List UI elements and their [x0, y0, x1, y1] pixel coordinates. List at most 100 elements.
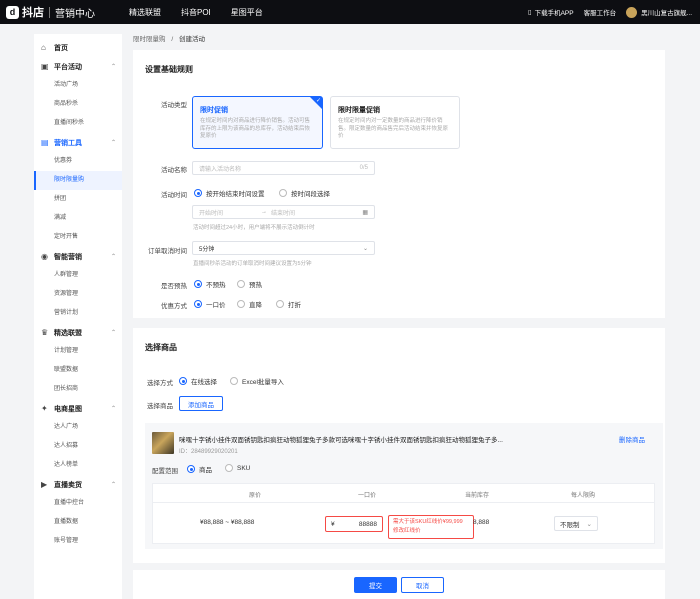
submit-button[interactable]: 提交: [354, 577, 397, 593]
time-by-range-radio[interactable]: 按开始结束时间设置: [194, 188, 265, 198]
logo[interactable]: d 抖店 营销中心: [6, 4, 95, 20]
radio-dot: [237, 280, 245, 288]
fixed-price-input[interactable]: ¥ 88888: [325, 516, 383, 532]
sidebar: ⌂ 首页 ▣ 平台活动 ⌃ 活动广场 商品秒杀 直播间秒杀 ▤ 营销工具 ⌃ 优惠券 限时限量购 拼团满…: [34, 34, 122, 599]
radio-label: 预热: [249, 282, 262, 289]
radio-dot: [276, 300, 284, 308]
no-preheat-radio[interactable]: 不预热: [194, 279, 226, 289]
purchase-limit-select[interactable]: 不限制 ⌄: [554, 516, 598, 531]
sidebar-item[interactable]: 限时限量购: [34, 171, 122, 190]
breadcrumb-parent[interactable]: 限时限量购: [133, 36, 166, 43]
sidebar-item[interactable]: 拼团: [34, 190, 122, 209]
top-nav-item[interactable]: 精选联盟: [129, 7, 161, 18]
chevron-up-icon: ⌃: [110, 64, 116, 70]
sidebar-item-home[interactable]: ⌂ 首页: [34, 38, 122, 57]
scope-product-radio[interactable]: 商品: [187, 464, 212, 474]
delete-product-link[interactable]: 删除商品: [619, 434, 645, 444]
breadcrumb-current: 创建活动: [178, 36, 205, 43]
radio-label: 打折: [288, 302, 301, 309]
sidebar-item[interactable]: 资源管理: [34, 285, 122, 304]
sidebar-item[interactable]: 直播中控台: [34, 494, 122, 513]
discount-radio[interactable]: 打折: [276, 299, 301, 309]
sidebar-item[interactable]: 达人榜单: [34, 456, 122, 475]
sidebar-item[interactable]: 人群管理: [34, 266, 122, 285]
preheat-radio[interactable]: 预热: [237, 279, 262, 289]
sidebar-label: 首页: [54, 44, 68, 52]
sidebar-item[interactable]: 直播数据: [34, 513, 122, 532]
sidebar-item[interactable]: 团长招商: [34, 380, 122, 399]
download-app-link[interactable]: ▯ 下载手机APP: [528, 7, 574, 17]
sidebar-item[interactable]: 账号管理: [34, 532, 122, 551]
price-table: 原价 一口价 当前库存 每人限购 ¥88,888 ~ ¥88,888 ¥ 888…: [152, 483, 655, 544]
radio-label: 一口价: [206, 302, 226, 309]
breadcrumb-separator: /: [171, 36, 174, 43]
excel-import-radio[interactable]: Excel批量导入: [230, 376, 284, 386]
sidebar-item[interactable]: 活动广场: [34, 76, 122, 95]
download-app-label: 下载手机APP: [534, 10, 574, 17]
radio-dot: [194, 300, 202, 308]
sidebar-item[interactable]: 定时开售: [34, 228, 122, 247]
sidebar-item[interactable]: 计划管理: [34, 342, 122, 361]
play-icon: ▶: [41, 479, 48, 489]
sidebar-group[interactable]: ▤ 营销工具 ⌃: [34, 133, 122, 152]
type-option-limited-quantity[interactable]: 限时限量促销 在规定时间内对一定数量的商品进行降价销售。限定数量的商品售完后活动…: [330, 96, 460, 149]
sidebar-group[interactable]: ♛ 精选联盟 ⌃: [34, 323, 122, 342]
product-name: 咪嘿十字锈小挂件双面锈钥匙扣疯狂动物狐狸兔子多款可选咪嘿十字锈小挂件双面锈钥匙扣…: [179, 437, 503, 444]
doudian-logo-icon: d: [6, 5, 19, 19]
activity-name-input[interactable]: 请输入活动名称 0/5: [192, 161, 375, 175]
cancel-time-select[interactable]: 5分钟 ⌄: [192, 241, 375, 255]
sidebar-group-label: 平台活动: [54, 63, 82, 71]
radio-dot: [194, 280, 202, 288]
select-value: 不限制: [560, 521, 580, 529]
type-option-limited-time[interactable]: 限时促销 在规定时间内对商品进行降价销售。活动可售库存的上限为该商品的总库存，活…: [192, 96, 323, 149]
fixed-price-radio[interactable]: 一口价: [194, 299, 226, 309]
shop-account[interactable]: 黑川山复古旗舰...: [626, 6, 692, 18]
sidebar-item[interactable]: 商品秒杀: [34, 95, 122, 114]
sidebar-item[interactable]: 满减: [34, 209, 122, 228]
char-counter: 0/5: [359, 165, 368, 171]
input-placeholder: 请输入活动名称: [199, 166, 242, 173]
column-header: 原价: [249, 493, 262, 499]
cancel-button[interactable]: 取消: [401, 577, 444, 593]
time-by-slot-radio[interactable]: 按时间段选择: [279, 188, 330, 198]
sidebar-item[interactable]: 优惠券: [34, 152, 122, 171]
sidebar-group-label: 智能营销: [54, 253, 82, 261]
sidebar-group-label: 精选联盟: [54, 329, 82, 337]
top-nav-item[interactable]: 星图平台: [231, 7, 263, 18]
breadcrumb: 限时限量购 / 创建活动: [133, 33, 205, 43]
date-range-picker[interactable]: 开始时间 → 结束时间 ▦: [192, 205, 375, 219]
radio-label: SKU: [237, 464, 251, 472]
sidebar-group[interactable]: ▶ 直播卖货 ⌃: [34, 475, 122, 494]
gift-icon: ▣: [41, 61, 49, 71]
scope-sku-radio[interactable]: SKU: [225, 464, 250, 472]
sidebar-group[interactable]: ✦ 电商星图 ⌃: [34, 399, 122, 418]
section-title: 选择商品: [145, 343, 177, 352]
product-thumbnail: [152, 432, 174, 454]
service-link[interactable]: 客服工作台: [584, 7, 617, 17]
add-goods-button[interactable]: 添加商品: [179, 396, 223, 411]
price-value: 88888: [358, 520, 377, 528]
sidebar-item[interactable]: 营销计划: [34, 304, 122, 323]
sidebar-item[interactable]: 达人招募: [34, 437, 122, 456]
sidebar-group[interactable]: ▣ 平台活动 ⌃: [34, 57, 122, 76]
sidebar-item[interactable]: 直播间秒杀: [34, 114, 122, 133]
column-header: 每人限购: [571, 493, 596, 499]
top-nav-item[interactable]: 抖音POI: [181, 7, 211, 18]
sidebar-item[interactable]: 联盟数据: [34, 361, 122, 380]
activity-name-label: 活动名称: [161, 167, 187, 174]
sidebar-group-label: 营销工具: [54, 139, 82, 147]
error-message: 需大于该SKU红线价¥99,999: [393, 519, 463, 525]
avatar: [626, 6, 638, 18]
online-select-radio[interactable]: 在线选择: [179, 376, 217, 386]
radio-dot: [225, 464, 233, 472]
scope-label: 配置范围: [152, 468, 178, 475]
sidebar-group[interactable]: ◉ 智能营销 ⌃: [34, 247, 122, 266]
edit-redline-link[interactable]: 修改红线价: [393, 527, 469, 536]
cancel-time-label: 订单取消时间: [148, 248, 187, 255]
sidebar-item[interactable]: 达人广场: [34, 418, 122, 437]
current-stock: 8,888: [473, 519, 490, 526]
radio-label: 直降: [249, 302, 262, 309]
header-divider: [153, 502, 654, 503]
type-title: 限时促销: [200, 107, 228, 114]
direct-reduce-radio[interactable]: 直降: [237, 299, 262, 309]
